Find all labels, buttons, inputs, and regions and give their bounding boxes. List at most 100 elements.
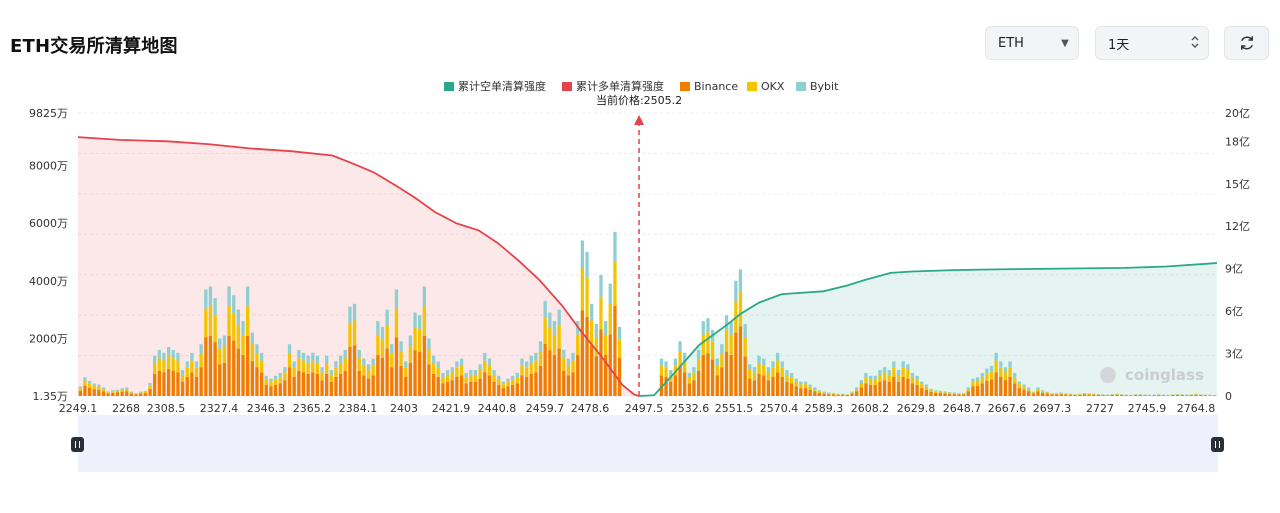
- bar-binance: [1143, 395, 1147, 396]
- bar-bybit: [134, 393, 138, 394]
- bar-okx: [357, 358, 361, 371]
- bar-binance: [1213, 395, 1217, 396]
- bar-binance: [1171, 395, 1175, 396]
- bar-okx: [413, 327, 417, 351]
- y-right-tick-label: 9亿: [1225, 263, 1243, 276]
- bar-bybit: [557, 309, 561, 326]
- bar-bybit: [864, 373, 868, 378]
- bar-okx: [352, 320, 357, 346]
- bar-binance: [599, 329, 603, 396]
- bar-okx: [580, 268, 584, 311]
- coin-select-value: ETH: [998, 35, 1024, 51]
- bar-okx: [924, 386, 929, 390]
- bar-okx: [450, 372, 454, 381]
- bar-binance: [752, 380, 757, 396]
- bar-okx: [1013, 377, 1017, 384]
- y-right-tick-label: 3亿: [1225, 348, 1243, 361]
- bar-bybit: [1045, 391, 1049, 393]
- bar-okx: [176, 360, 180, 373]
- slider-handle-right[interactable]: [1211, 437, 1224, 452]
- bar-binance: [208, 335, 213, 396]
- bar-binance: [780, 377, 784, 396]
- bar-binance: [548, 350, 552, 396]
- bar-binance: [943, 393, 947, 396]
- bar-okx: [315, 362, 319, 374]
- bar-okx: [762, 365, 766, 376]
- legend-label: OKX: [761, 80, 785, 93]
- bar-binance: [1031, 393, 1035, 396]
- slider-handle-left[interactable]: [71, 437, 84, 452]
- bar-bybit: [380, 326, 385, 340]
- bar-binance: [920, 388, 924, 396]
- bar-binance: [957, 394, 961, 396]
- bar-bybit: [794, 378, 798, 382]
- bar-binance: [785, 381, 789, 396]
- bar-bybit: [827, 392, 831, 394]
- coin-select[interactable]: ETH ▼: [985, 26, 1079, 60]
- bar-binance: [762, 375, 766, 396]
- bar-okx: [162, 360, 166, 373]
- bar-okx: [678, 351, 682, 366]
- bar-okx: [250, 344, 254, 362]
- bar-okx: [817, 391, 822, 393]
- bar-okx: [129, 392, 134, 394]
- bar-binance: [1092, 394, 1096, 396]
- y-right-tick-label: 15亿: [1225, 178, 1250, 191]
- bar-okx: [948, 392, 952, 394]
- legend-swatch: [680, 82, 690, 91]
- bar-okx: [1194, 394, 1198, 395]
- bar-binance: [864, 383, 868, 396]
- bar-binance: [962, 394, 966, 396]
- bar-okx: [1138, 394, 1142, 396]
- bar-bybit: [855, 387, 859, 389]
- bar-bybit: [445, 370, 450, 375]
- bar-okx: [975, 380, 980, 386]
- bar-binance: [273, 384, 278, 396]
- bar-okx: [934, 391, 938, 393]
- y-left-tick-label: 2000万: [29, 332, 68, 345]
- bar-okx: [1115, 394, 1119, 395]
- bar-okx: [473, 374, 478, 382]
- bar-okx: [887, 374, 891, 382]
- bar-bybit: [678, 341, 682, 352]
- bar-bybit: [571, 352, 575, 361]
- bar-okx: [604, 334, 608, 355]
- y-right-tick-label: 20亿: [1225, 107, 1250, 120]
- bar-okx: [896, 374, 901, 382]
- bar-okx: [529, 362, 533, 374]
- bar-okx: [506, 381, 510, 387]
- bar-bybit: [473, 370, 478, 375]
- bar-binance: [678, 365, 682, 396]
- bar-okx: [906, 370, 910, 379]
- bar-binance: [185, 377, 189, 396]
- bar-okx: [125, 388, 129, 392]
- bar-binance: [171, 370, 175, 396]
- bar-bybit: [975, 377, 980, 381]
- bar-binance: [190, 372, 194, 396]
- bar-bybit: [604, 321, 608, 335]
- refresh-button[interactable]: [1224, 26, 1269, 60]
- bar-bybit: [325, 355, 329, 363]
- bar-okx: [836, 394, 840, 395]
- period-select[interactable]: 1天: [1095, 26, 1209, 60]
- bar-okx: [989, 371, 994, 380]
- bar-binance: [1124, 395, 1128, 396]
- bar-binance: [724, 351, 729, 396]
- bar-binance: [808, 389, 812, 396]
- bar-okx: [585, 277, 589, 317]
- bar-binance: [906, 378, 910, 396]
- bar-binance: [404, 377, 408, 396]
- bar-bybit: [87, 381, 92, 384]
- bar-okx: [134, 393, 138, 395]
- bar-binance: [817, 392, 822, 396]
- bar-binance: [483, 372, 487, 396]
- bar-binance: [887, 381, 891, 396]
- bar-binance: [757, 373, 761, 396]
- bar-bybit: [78, 386, 82, 389]
- bar-bybit: [394, 289, 399, 309]
- bar-okx: [957, 393, 961, 395]
- bar-binance: [552, 354, 557, 396]
- bar-okx: [487, 365, 492, 376]
- x-tick-label: 2459.7: [526, 402, 565, 415]
- bar-binance: [408, 362, 412, 396]
